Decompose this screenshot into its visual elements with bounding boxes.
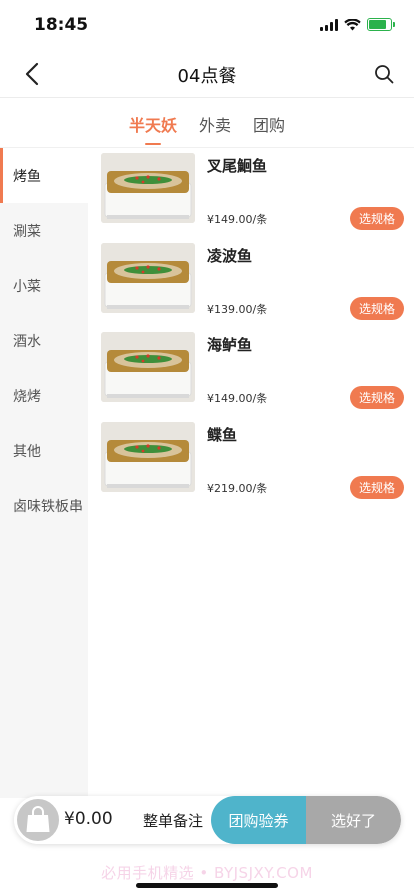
order-remark-button[interactable]: 整单备注 [143,810,203,831]
category-item-hotpot-veg[interactable]: 涮菜 [0,203,88,258]
dish-image [101,421,195,492]
dish-image [101,242,195,313]
category-item-side-dishes[interactable]: 小菜 [0,258,88,313]
dish-name: 叉尾鮰鱼 [207,157,268,175]
wifi-icon [344,18,361,30]
cart-button[interactable] [14,796,62,844]
select-spec-button[interactable]: 选规格 [350,296,404,320]
dish-price: ¥149.00/条 [207,392,268,405]
dish-name: 海鲈鱼 [207,336,253,354]
cart-total: ¥0.00 [64,809,113,829]
status-icons [320,18,395,31]
dish-item[interactable]: 海鲈鱼 ¥149.00/条 选规格 [88,327,414,417]
verify-voucher-button[interactable]: 团购验券 [211,796,306,844]
tab-takeout[interactable]: 外卖 [199,98,231,148]
category-item-barbecue[interactable]: 烧烤 [0,368,88,423]
tab-group-buy[interactable]: 团购 [253,98,285,148]
search-icon [375,65,394,84]
dish-item[interactable]: 凌波鱼 ¥139.00/条 选规格 [88,238,414,328]
dish-list: 叉尾鮰鱼 ¥149.00/条 选规格 凌波鱼 ¥139.00/条 选规格 海鲈鱼… [88,148,414,506]
status-time: 18:45 [34,15,89,35]
dish-image [101,153,195,223]
dish-price: ¥219.00/条 [207,481,268,495]
status-bar: 18:45 [0,0,414,50]
dish-image [101,332,195,402]
select-spec-button[interactable]: 选规格 [350,386,404,409]
cellular-signal-icon [320,18,338,31]
shopping-bag-icon [26,806,50,832]
category-item-other[interactable]: 其他 [0,423,88,478]
select-spec-button[interactable]: 选规格 [350,475,404,499]
home-indicator [136,883,278,888]
tab-banjianyao[interactable]: 半天妖 [129,98,177,148]
nav-bar: 04点餐 [0,50,414,98]
watermark-text: 必用手机精选 • BYJSJXY.COM [101,864,313,882]
search-button[interactable] [370,60,398,88]
battery-icon [367,18,395,31]
dish-name: 鲽鱼 [207,425,238,444]
dish-price: ¥139.00/条 [207,302,268,316]
cart-bar: ¥0.00 整单备注 团购验券 选好了 [14,796,401,844]
dish-name: 凌波鱼 [207,246,253,265]
category-item-drinks[interactable]: 酒水 [0,313,88,368]
tab-bar: 半天妖 外卖 团购 [0,98,414,148]
category-sidebar: 烤鱼 涮菜 小菜 酒水 烧烤 其他 卤味铁板串 [0,148,88,798]
page-title: 04点餐 [177,66,237,87]
category-item-braised-skewers[interactable]: 卤味铁板串 [0,478,88,533]
dish-price: ¥149.00/条 [207,213,268,226]
category-item-grilled-fish[interactable]: 烤鱼 [0,148,88,203]
dish-item[interactable]: 叉尾鮰鱼 ¥149.00/条 选规格 [88,148,414,238]
select-spec-button[interactable]: 选规格 [350,207,404,230]
dish-item[interactable]: 鲽鱼 ¥219.00/条 选规格 [88,417,414,507]
done-button[interactable]: 选好了 [306,796,401,844]
